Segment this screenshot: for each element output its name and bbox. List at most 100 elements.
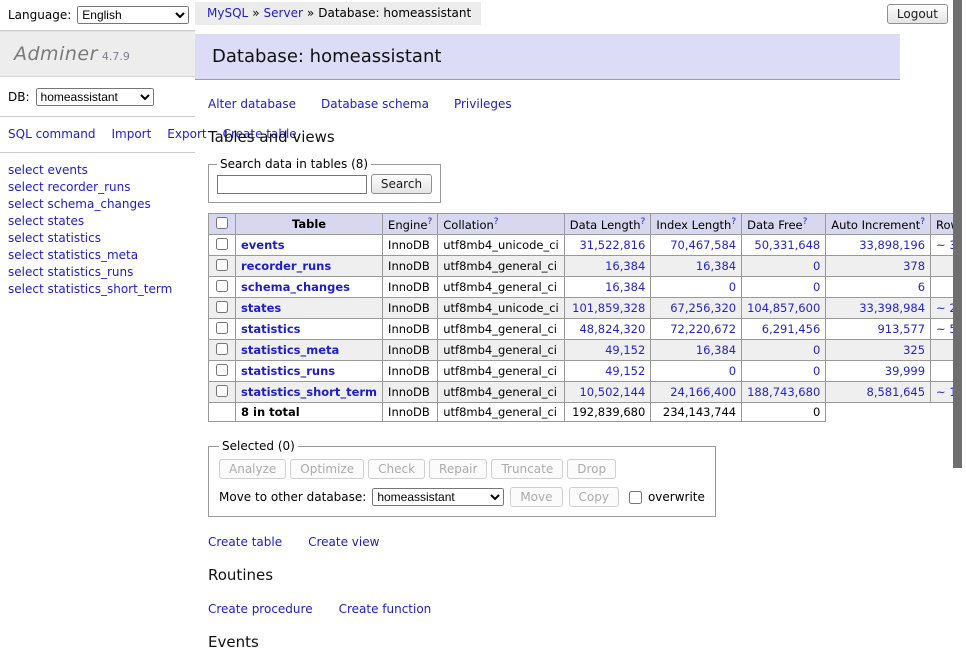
breadcrumb-link-mysql[interactable]: MySQL: [207, 6, 248, 20]
column-help-icon[interactable]: ?: [641, 217, 646, 227]
move-button[interactable]: Move: [510, 487, 562, 507]
table-link-statistics[interactable]: statistics: [241, 322, 301, 336]
scrollbar-track[interactable]: [955, 0, 966, 543]
total-row: 8 in totalInnoDButf8mb4_general_ci192,83…: [209, 403, 966, 422]
table-link-recorder_runs[interactable]: recorder_runs: [241, 259, 331, 273]
row-checkbox-cell: [209, 319, 236, 340]
engine-cell: InnoDB: [383, 361, 438, 382]
tables-and-views-heading: Tables and views: [208, 128, 955, 146]
table-name-cell: statistics_meta: [236, 340, 383, 361]
data-length-cell: 49,152: [564, 361, 651, 382]
sidebar-select-statistics_short_term[interactable]: select statistics_short_term: [8, 281, 195, 297]
move-db-select[interactable]: homeassistant: [372, 488, 504, 506]
row-checkbox[interactable]: [216, 259, 228, 271]
search-button[interactable]: Search: [371, 174, 432, 194]
row-checkbox[interactable]: [216, 385, 228, 397]
db-nav-alter-database[interactable]: Alter database: [208, 97, 296, 111]
truncate-button[interactable]: Truncate: [491, 459, 563, 479]
routine-links: Create procedure Create function: [208, 602, 955, 616]
logout-button[interactable]: Logout: [887, 4, 948, 24]
move-row: Move to other database: homeassistant Mo…: [219, 487, 705, 507]
row-checkbox[interactable]: [216, 238, 228, 250]
data-free-cell: 0: [742, 277, 826, 298]
repair-button[interactable]: Repair: [429, 459, 487, 479]
sidebar-action-sql-command[interactable]: SQL command: [8, 127, 95, 141]
sidebar-select-states[interactable]: select states: [8, 213, 195, 229]
column-help-icon[interactable]: ?: [920, 217, 925, 227]
column-header-auto-increment: Auto Increment?: [826, 214, 931, 235]
column-help-icon[interactable]: ?: [494, 217, 499, 227]
analyze-button[interactable]: Analyze: [219, 459, 286, 479]
db-selector-row: DB: homeassistant: [0, 77, 195, 116]
table-link-schema_changes[interactable]: schema_changes: [241, 280, 350, 294]
sidebar-table-links: select eventsselect recorder_runsselect …: [0, 153, 195, 297]
total-collation-cell: utf8mb4_general_ci: [438, 403, 565, 422]
row-checkbox[interactable]: [216, 301, 228, 313]
column-help-icon[interactable]: ?: [731, 217, 736, 227]
table-name-cell: events: [236, 235, 383, 256]
row-checkbox[interactable]: [216, 343, 228, 355]
link-create-function[interactable]: Create function: [339, 602, 432, 616]
drop-button[interactable]: Drop: [567, 459, 616, 479]
copy-button[interactable]: Copy: [569, 487, 619, 507]
table-link-statistics_meta[interactable]: statistics_meta: [241, 343, 339, 357]
sidebar: Language: English Adminer4.7.9 DB: homea…: [0, 0, 195, 543]
index-length-cell: 0: [651, 277, 742, 298]
link-create-table[interactable]: Create table: [208, 535, 282, 549]
column-help-icon[interactable]: ?: [803, 217, 808, 227]
db-nav-database-schema[interactable]: Database schema: [321, 97, 429, 111]
collation-cell: utf8mb4_general_ci: [438, 340, 565, 361]
sidebar-select-statistics[interactable]: select statistics: [8, 230, 195, 246]
db-nav-privileges[interactable]: Privileges: [454, 97, 512, 111]
optimize-button[interactable]: Optimize: [290, 459, 364, 479]
breadcrumb: MySQL»Server»Database: homeassistant: [195, 2, 481, 25]
data-length-cell: 49,152: [564, 340, 651, 361]
collation-cell: utf8mb4_general_ci: [438, 277, 565, 298]
table-link-statistics_runs[interactable]: statistics_runs: [241, 364, 335, 378]
index-length-cell: 16,384: [651, 256, 742, 277]
overwrite-checkbox[interactable]: [629, 491, 642, 504]
collation-cell: utf8mb4_general_ci: [438, 361, 565, 382]
row-checkbox[interactable]: [216, 280, 228, 292]
sidebar-select-recorder_runs[interactable]: select recorder_runs: [8, 179, 195, 195]
row-checkbox-cell: [209, 298, 236, 319]
data-free-cell: 50,331,648: [742, 235, 826, 256]
index-length-cell: 67,256,320: [651, 298, 742, 319]
table-link-events[interactable]: events: [241, 238, 285, 252]
table-link-states[interactable]: states: [241, 301, 281, 315]
collation-cell: utf8mb4_general_ci: [438, 319, 565, 340]
column-header-data-length: Data Length?: [564, 214, 651, 235]
sidebar-select-statistics_runs[interactable]: select statistics_runs: [8, 264, 195, 280]
link-create-view[interactable]: Create view: [308, 535, 379, 549]
sidebar-select-schema_changes[interactable]: select schema_changes: [8, 196, 195, 212]
total-spacer-cell: [209, 403, 236, 422]
data-length-cell: 101,859,328: [564, 298, 651, 319]
sidebar-action-import[interactable]: Import: [111, 127, 151, 141]
search-input[interactable]: [217, 175, 367, 194]
breadcrumb-link-server[interactable]: Server: [264, 6, 303, 20]
events-heading: Events: [208, 633, 955, 651]
table-name-cell: schema_changes: [236, 277, 383, 298]
column-help-icon[interactable]: ?: [427, 217, 432, 227]
table-row: statesInnoDButf8mb4_unicode_ci101,859,32…: [209, 298, 966, 319]
link-create-procedure[interactable]: Create procedure: [208, 602, 313, 616]
db-select[interactable]: homeassistant: [36, 88, 154, 106]
check-button[interactable]: Check: [368, 459, 425, 479]
row-checkbox[interactable]: [216, 364, 228, 376]
language-select[interactable]: English: [77, 6, 189, 24]
data-length-cell: 31,522,816: [564, 235, 651, 256]
total-index-length-cell: 234,143,744: [651, 403, 742, 422]
table-link-statistics_short_term[interactable]: statistics_short_term: [241, 385, 377, 399]
row-checkbox[interactable]: [216, 322, 228, 334]
collation-cell: utf8mb4_unicode_ci: [438, 298, 565, 319]
scrollbar-thumb[interactable]: [953, 0, 962, 468]
auto-increment-cell: 6: [826, 277, 931, 298]
column-header-collation: Collation?: [438, 214, 565, 235]
column-header-engine: Engine?: [383, 214, 438, 235]
index-length-cell: 70,467,584: [651, 235, 742, 256]
sidebar-select-events[interactable]: select events: [8, 162, 195, 178]
sidebar-select-statistics_meta[interactable]: select statistics_meta: [8, 247, 195, 263]
app-name[interactable]: Adminer: [14, 43, 98, 65]
data-free-cell: 6,291,456: [742, 319, 826, 340]
select-all-checkbox[interactable]: [216, 217, 228, 229]
